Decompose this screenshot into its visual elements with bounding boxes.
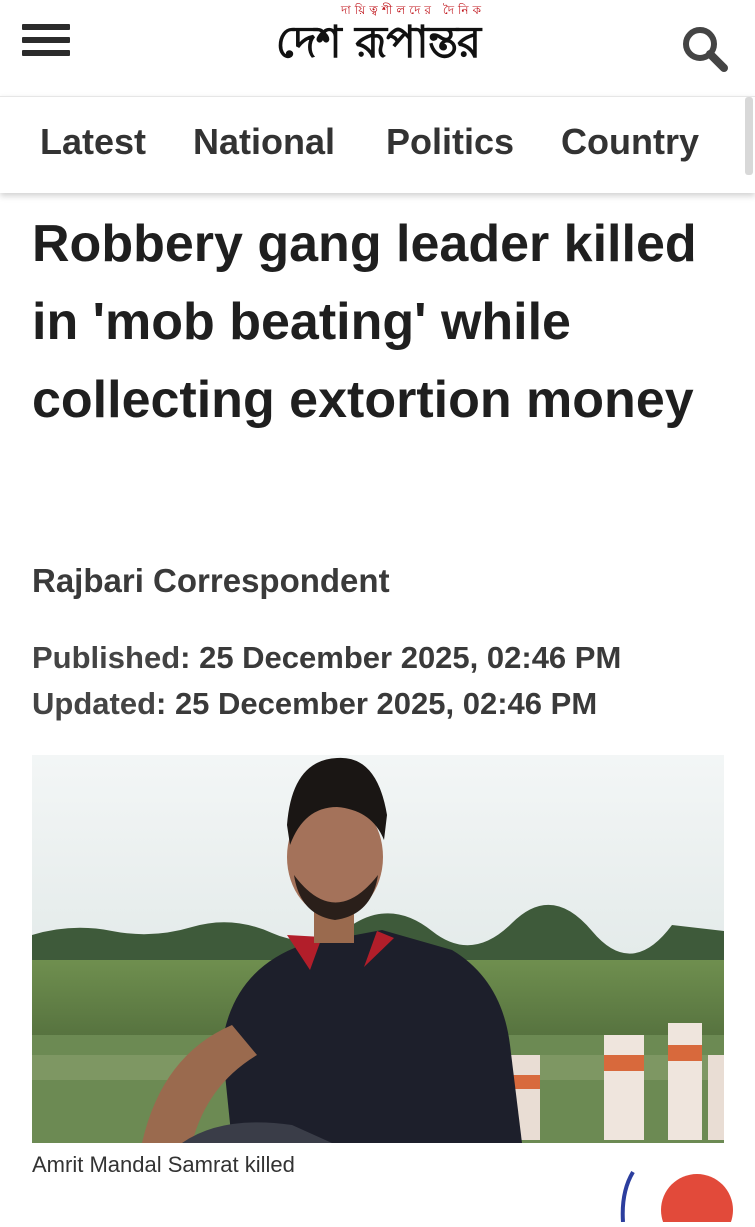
updated-date: 25 December 2025, 02:46 PM — [174, 686, 598, 721]
nav-item-politics[interactable]: Politics — [386, 121, 514, 163]
logo-name: দেশ রূপান্তর — [275, 17, 482, 68]
updated-line: Updated: 25 December 2025, 02:46 PM — [32, 686, 597, 722]
logo-tagline: দায়িত্বশীলদের দৈনিক — [341, 3, 485, 17]
nav-item-national[interactable]: National — [193, 121, 335, 163]
search-icon[interactable] — [680, 24, 730, 74]
article-title: Robbery gang leader killed in 'mob beati… — [32, 215, 697, 429]
published-separator: : — [180, 640, 200, 675]
image-caption: Amrit Mandal Samrat killed — [32, 1152, 295, 1177]
updated-separator: : — [156, 686, 175, 721]
published-line: Published: 25 December 2025, 02:46 PM — [32, 640, 621, 676]
updated-label: Updated — [32, 686, 156, 721]
category-nav: Latest National Politics Country — [0, 96, 755, 193]
nav-item-country[interactable]: Country — [561, 121, 699, 163]
site-logo[interactable]: দায়িত্বশীলদের দৈনিক দেশ রূপান্তর — [218, 2, 538, 82]
published-label: Published — [32, 640, 181, 675]
article-image[interactable] — [32, 755, 724, 1143]
published-date: 25 December 2025, 02:46 PM — [199, 640, 622, 675]
floating-badge-icon[interactable] — [615, 1162, 755, 1227]
site-header: দায়িত্বশীলদের দৈনিক দেশ রূপান্তর — [0, 0, 755, 96]
hamburger-menu-icon[interactable] — [22, 24, 70, 64]
nav-scrollbar[interactable] — [745, 97, 753, 175]
article-author[interactable]: Rajbari Correspondent — [32, 562, 390, 600]
nav-item-latest[interactable]: Latest — [40, 121, 146, 163]
